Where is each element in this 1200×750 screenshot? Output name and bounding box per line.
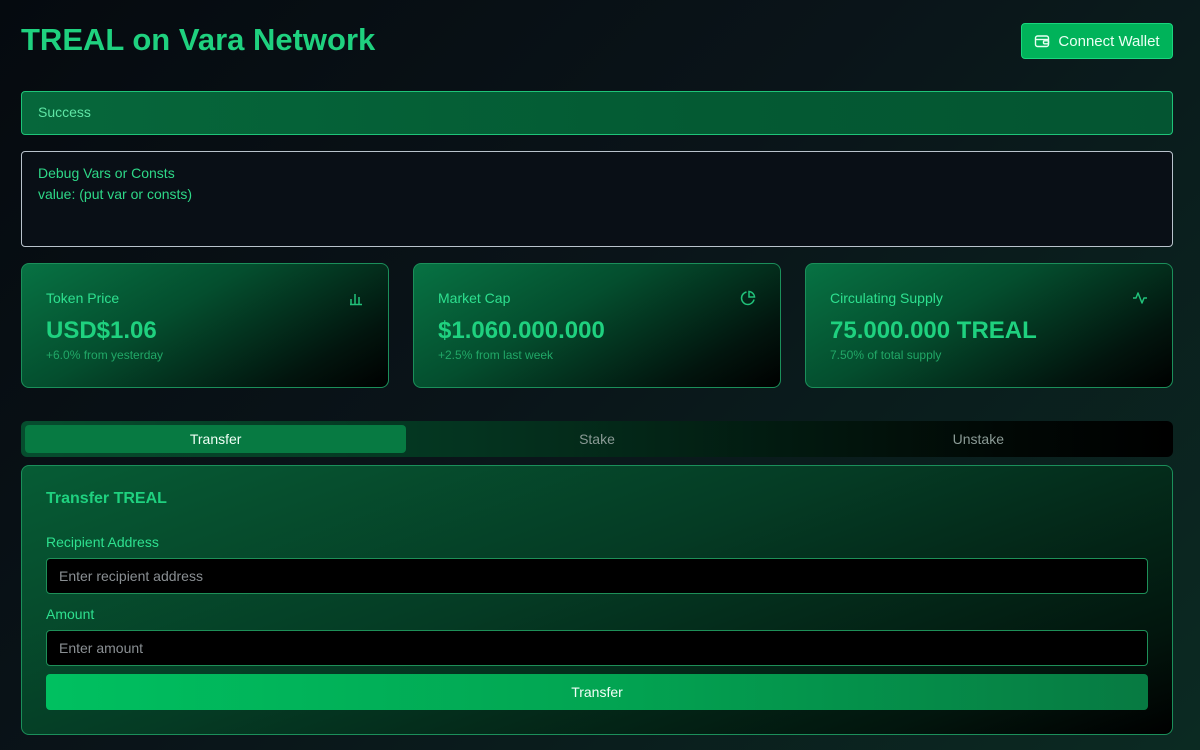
stat-label: Circulating Supply xyxy=(830,290,943,306)
token-price-card: Token Price USD$1.06 +6.0% from yesterda… xyxy=(21,263,389,388)
stat-label: Market Cap xyxy=(438,290,511,306)
activity-icon xyxy=(1132,290,1148,311)
stat-value: 75.000.000 TREAL xyxy=(830,317,1037,344)
recipient-label: Recipient Address xyxy=(46,534,159,550)
stat-value: USD$1.06 xyxy=(46,317,157,344)
page-title: TREAL on Vara Network xyxy=(21,22,376,57)
amount-input[interactable] xyxy=(46,630,1148,666)
debug-panel: Debug Vars or Consts value: (put var or … xyxy=(21,151,1173,247)
connect-wallet-label: Connect Wallet xyxy=(1058,32,1160,50)
tab-transfer[interactable]: Transfer xyxy=(25,425,407,453)
circulating-supply-card: Circulating Supply 75.000.000 TREAL 7.50… xyxy=(805,263,1173,388)
connect-wallet-button[interactable]: Connect Wallet xyxy=(1021,23,1173,59)
action-tabs: Transfer Stake Unstake xyxy=(21,421,1173,457)
stat-subtext: 7.50% of total supply xyxy=(830,348,942,362)
tab-unstake[interactable]: Unstake xyxy=(788,425,1169,453)
transfer-title: Transfer TREAL xyxy=(46,490,167,507)
stat-label: Token Price xyxy=(46,290,120,306)
debug-value: value: (put var or consts) xyxy=(38,186,193,202)
tab-stake[interactable]: Stake xyxy=(406,425,787,453)
debug-title: Debug Vars or Consts xyxy=(38,165,175,181)
stat-subtext: +6.0% from yesterday xyxy=(46,348,164,362)
amount-label: Amount xyxy=(46,606,95,622)
wallet-icon xyxy=(1034,33,1050,49)
stat-subtext: +2.5% from last week xyxy=(438,348,554,362)
market-cap-card: Market Cap $1.060.000.000 +2.5% from las… xyxy=(413,263,781,388)
pie-chart-icon xyxy=(740,290,756,311)
recipient-address-input[interactable] xyxy=(46,558,1148,594)
transfer-panel: Transfer TREAL Recipient Address Amount … xyxy=(21,465,1173,735)
transfer-submit-button[interactable]: Transfer xyxy=(46,674,1148,710)
success-alert: Success xyxy=(21,91,1173,135)
stat-value: $1.060.000.000 xyxy=(438,317,605,344)
bar-chart-icon xyxy=(348,290,364,311)
